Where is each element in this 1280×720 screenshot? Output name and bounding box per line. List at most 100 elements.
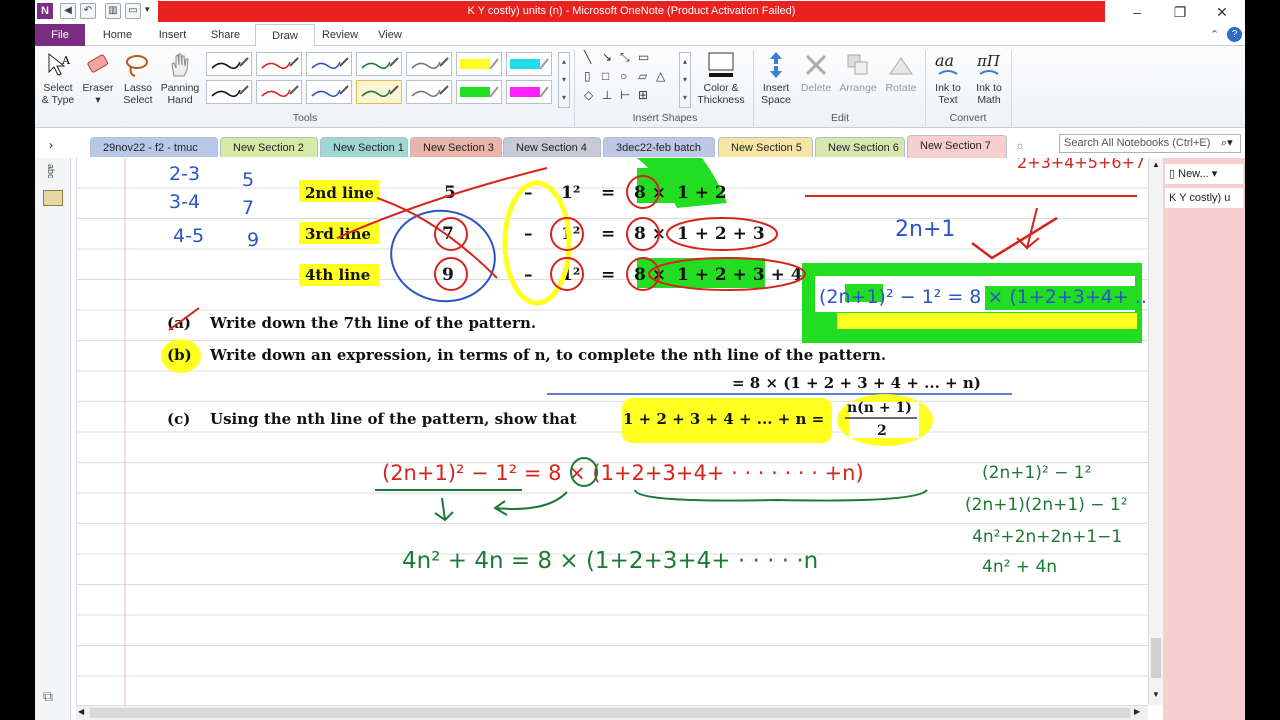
section-tab-8[interactable]: New Section 6 [815,137,905,157]
axis-shape-icon[interactable]: ⊥ [602,88,612,102]
expand-nav-icon[interactable]: › [49,138,53,152]
section-tab-1[interactable]: 29nov22 - f2 - tmuc [90,137,218,157]
eraser-button[interactable]: Eraser ▾ [78,50,118,106]
pen-swatch-1[interactable] [206,52,252,76]
section-tab-9[interactable]: New Section 7 [907,135,1007,158]
axis3-shape-icon[interactable]: ⊢ [620,88,630,102]
unfiled-notes-icon[interactable]: ⧉ [43,688,53,705]
scroll-down-icon[interactable]: ▼ [1152,690,1160,699]
delete-button[interactable]: Delete [797,50,835,94]
lasso-icon [126,55,148,77]
parallelogram-shape-icon[interactable]: ▱ [638,69,647,83]
ink-to-text-icon: aa [935,51,958,75]
new-section-icon[interactable]: ☼ [1015,140,1025,152]
circle-shape-icon[interactable]: ▯ [584,69,591,83]
page-ink-layer: 2nd line 3rd line 4th line 5 –1² = 8 × 1 +… [77,158,1148,705]
undo-icon[interactable]: ↶ [80,3,96,19]
page-item-current[interactable]: K Y costly) u [1165,188,1243,208]
maximize-button[interactable]: ❐ [1165,2,1195,22]
svg-text:–: – [524,224,533,244]
pen-swatch-4[interactable] [356,52,402,76]
section-tab-5[interactable]: New Section 4 [503,137,601,157]
insert-space-button[interactable]: Insert Space [757,50,795,106]
page-canvas[interactable]: 2nd line 3rd line 4th line 5 –1² = 8 × 1 +… [76,158,1148,705]
pen-swatch-9[interactable] [256,80,302,104]
double-arrow-shape-icon[interactable]: ⤡ [620,50,630,65]
section-tab-6[interactable]: 3dec22-feb batch [603,137,715,157]
pens-gallery-scroll-icon[interactable]: ▴ ▾ ▾ [558,52,570,108]
pen-swatch-13[interactable] [456,80,502,104]
rotate-label: Rotate [885,82,917,94]
section-tab-3[interactable]: New Section 1 [320,137,408,157]
notebook-label-icon[interactable]: abc [46,164,56,179]
panning-hand-button[interactable]: Panning Hand [158,50,202,106]
hand-2n-plus-1: 2n+1 [895,217,955,242]
oval-shape-icon[interactable]: ○ [620,69,627,83]
pen-swatch-7[interactable] [506,52,552,76]
separator [753,50,754,126]
section-tab-7[interactable]: New Section 5 [718,137,813,157]
minimize-button[interactable]: – [1122,2,1152,22]
pen-swatch-14[interactable] [506,80,552,104]
delete-label: Delete [800,82,832,94]
graph-shape-icon[interactable]: ⊞ [638,88,648,102]
onenote-logo-icon: N [37,3,53,19]
back-icon[interactable]: ◀ [60,3,76,19]
fullpage-icon[interactable]: ▭ [125,3,141,19]
scroll-right-icon[interactable]: ▶ [1134,707,1140,716]
pen-swatch-6[interactable] [456,52,502,76]
tab-share[interactable]: Share [203,24,248,46]
search-icon[interactable]: ⌕▾ [1221,136,1233,150]
color-thickness-label-2: Thickness [697,94,745,106]
dock-icon[interactable]: ▥ [105,3,121,19]
tab-home[interactable]: Home [95,24,140,46]
arrow-shape-icon[interactable]: ↘ [602,50,612,64]
lasso-select-button[interactable]: Lasso Select [118,50,158,106]
pen-swatch-2[interactable] [256,52,302,76]
scroll-up-icon[interactable]: ▲ [1152,160,1160,169]
pen-swatch-12[interactable] [406,80,452,104]
pen-swatch-3[interactable] [306,52,352,76]
new-page-button[interactable]: ▯ New... ▾ [1165,164,1243,184]
diamond-shape-icon[interactable]: ◇ [584,88,593,102]
hscroll-thumb[interactable] [90,708,1130,718]
val-9: 9 [247,229,259,251]
right-letterbox [1245,0,1280,720]
tab-insert[interactable]: Insert [150,24,195,46]
rectangle-shape-icon[interactable]: □ [602,69,609,83]
q-b-text: Write down an expression, in terms of n,… [209,346,886,364]
select-type-button[interactable]: A Select & Type [38,50,78,106]
pen-swatch-8[interactable] [206,80,252,104]
tab-file[interactable]: File [35,24,85,46]
svg-text:A: A [61,54,71,67]
help-icon[interactable]: ? [1227,27,1242,42]
rect-shape-icon[interactable]: ▭ [638,50,649,64]
tab-review[interactable]: Review [315,24,365,46]
close-button[interactable]: ✕ [1207,2,1237,22]
tab-draw[interactable]: Draw [255,24,315,47]
horizontal-scrollbar[interactable]: ◀ ▶ [76,705,1148,720]
pen-swatch-10[interactable] [306,80,352,104]
scroll-left-icon[interactable]: ◀ [78,707,84,716]
scroll-thumb[interactable] [1151,638,1161,678]
notebook-book-icon[interactable] [43,190,63,206]
tab-view[interactable]: View [370,24,410,46]
ink-to-math-label-2: Math [977,94,1001,106]
pen-swatch-5[interactable] [406,52,452,76]
minimize-ribbon-icon[interactable]: ⌃ [1210,28,1219,41]
line-shape-icon[interactable]: ╲ [584,50,591,64]
shapes-gallery-scroll-icon[interactable]: ▴ ▾ ▾ [679,52,691,108]
pen-swatch-11[interactable] [356,80,402,104]
section-tab-4[interactable]: New Section 3 [410,137,502,157]
ink-to-text-button[interactable]: aa Ink to Text [928,50,968,106]
ink-to-math-button[interactable]: πΠ Ink to Math [969,50,1009,106]
triangle-shape-icon[interactable]: △ [656,69,665,83]
search-input[interactable]: Search All Notebooks (Ctrl+E) [1059,134,1241,153]
color-thickness-button[interactable]: Color & Thickness [695,50,747,106]
customize-qat-icon[interactable]: ▾ [145,4,150,15]
arrange-button[interactable]: Arrange [837,50,879,94]
rotate-icon [889,57,913,75]
vertical-scrollbar[interactable]: ▲ ▼ [1148,158,1163,705]
rotate-button[interactable]: Rotate [881,50,921,94]
section-tab-2[interactable]: New Section 2 [220,137,318,157]
